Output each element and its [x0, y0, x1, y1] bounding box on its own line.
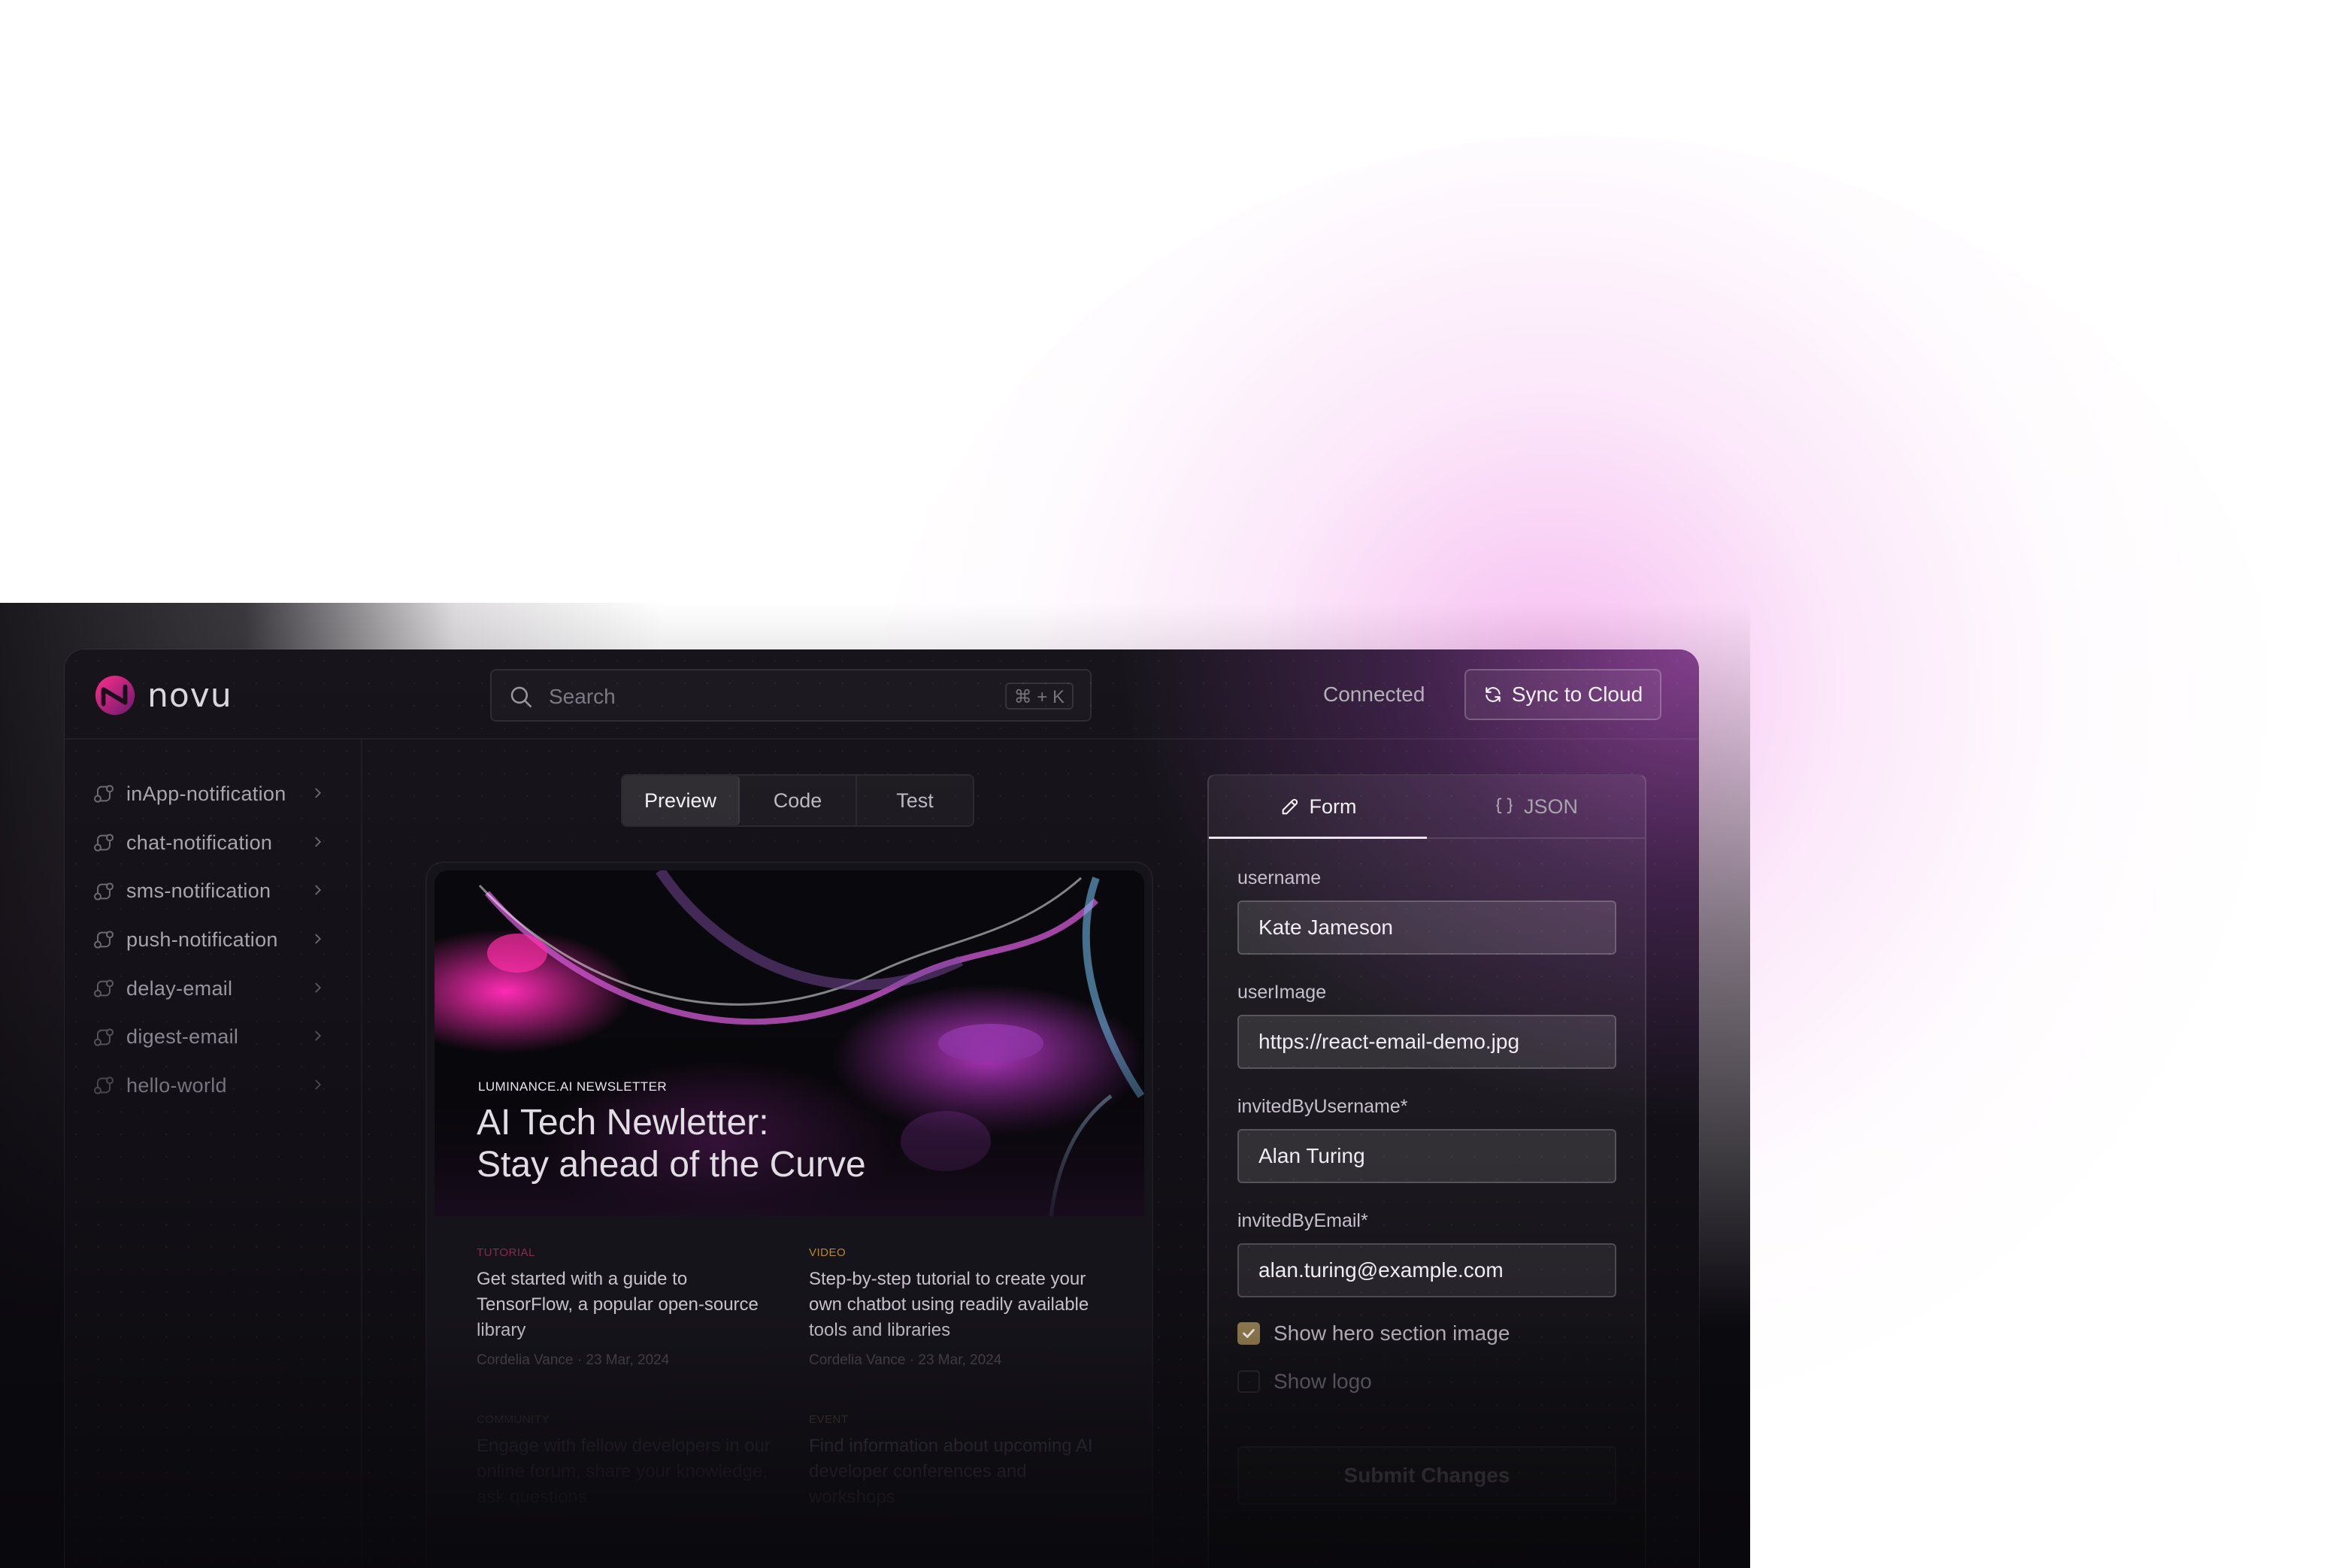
tab-test[interactable]: Test — [857, 776, 973, 825]
article-item[interactable]: COMMUNITY Engage with fellow developers … — [477, 1413, 777, 1510]
show-logo-checkbox[interactable]: Show logo — [1237, 1370, 1372, 1394]
app-name: novu — [147, 676, 232, 715]
tab-code[interactable]: Code — [740, 776, 857, 825]
preview-tab-bar: Preview Code Test — [621, 774, 974, 827]
workflow-icon — [94, 1028, 114, 1046]
chevron-right-icon — [315, 1031, 322, 1041]
invited-by-email-label: invitedByEmail* — [1237, 1210, 1368, 1231]
article-meta: Cordelia Vance · 23 Mar, 2024 — [477, 1352, 670, 1368]
username-label: username — [1237, 867, 1322, 888]
tab-json-label: JSON — [1523, 795, 1578, 818]
search-shortcut: ⌘ + K — [1004, 683, 1074, 710]
article-item[interactable]: EVENT Find information about upcoming AI… — [809, 1413, 1110, 1510]
sync-to-cloud-button[interactable]: Sync to Cloud — [1464, 669, 1661, 720]
chevron-right-icon — [315, 934, 322, 944]
show-hero-image-checkbox[interactable]: Show hero section image — [1237, 1321, 1510, 1346]
sidebar-item-label: chat-notification — [126, 831, 273, 854]
tab-json[interactable]: JSON — [1427, 776, 1645, 837]
chevron-right-icon — [315, 1079, 322, 1090]
pencil-icon — [1282, 798, 1298, 815]
sidebar-item-hello-world[interactable]: hello-world — [92, 1061, 347, 1110]
sync-button-label: Sync to Cloud — [1511, 683, 1643, 706]
checkbox-checked[interactable] — [1237, 1322, 1260, 1345]
header-divider — [65, 738, 1699, 740]
invited-by-email-field[interactable] — [1237, 1243, 1616, 1297]
sidebar-divider — [361, 740, 362, 1568]
sidebar-item-chat-notification[interactable]: chat-notification — [92, 819, 347, 867]
userimage-label: userImage — [1237, 982, 1327, 1003]
username-field[interactable] — [1237, 901, 1616, 955]
hero-image: LUMINANCE.AI NEWSLETTER AI Tech Newlette… — [435, 870, 1144, 1216]
workflow-icon — [94, 834, 114, 852]
checkbox-label: Show hero section image — [1274, 1321, 1510, 1345]
article-text: Find information about upcoming AI devel… — [809, 1436, 1093, 1507]
chevron-right-icon — [315, 837, 322, 847]
panel-tab-bar: Form JSON — [1209, 776, 1645, 839]
submit-changes-button[interactable]: Submit Changes — [1237, 1446, 1616, 1505]
novu-logo-icon — [95, 675, 135, 716]
sidebar-item-label: delay-email — [126, 976, 233, 1000]
newsletter-eyebrow: LUMINANCE.AI NEWSLETTER — [478, 1079, 668, 1094]
app-logo[interactable]: novu — [93, 674, 232, 717]
sidebar-item-label: sms-notification — [126, 879, 271, 903]
tab-form-label: Form — [1309, 795, 1357, 818]
workflow-icon — [94, 1076, 114, 1095]
sidebar-item-sms-notification[interactable]: sms-notification — [92, 867, 347, 916]
search-bar[interactable]: ⌘ + K — [490, 669, 1092, 722]
braces-icon — [1496, 798, 1513, 814]
article-tag: COMMUNITY — [477, 1413, 550, 1426]
sidebar-item-label: inApp-notification — [126, 782, 286, 805]
sidebar-item-label: push-notification — [126, 928, 278, 951]
sidebar-item-push-notification[interactable]: push-notification — [92, 916, 347, 964]
sidebar-item-inapp-notification[interactable]: inApp-notification — [92, 770, 347, 819]
invited-by-username-field[interactable] — [1237, 1129, 1616, 1183]
tab-form[interactable]: Form — [1209, 776, 1427, 839]
refresh-icon — [1486, 687, 1501, 702]
newsletter-title-line1: AI Tech Newletter: — [477, 1103, 769, 1143]
checkbox-unchecked[interactable] — [1237, 1370, 1260, 1393]
workflow-icon — [94, 882, 114, 901]
checkbox-label: Show logo — [1274, 1370, 1372, 1393]
article-item[interactable]: VIDEO Step-by-step tutorial to create yo… — [809, 1246, 1110, 1369]
form-panel: Form JSON username userImage invitedByUs… — [1207, 774, 1646, 1568]
chevron-right-icon — [315, 885, 322, 895]
article-tag: VIDEO — [809, 1246, 846, 1259]
article-item[interactable]: TUTORIAL Get started with a guide to Ten… — [477, 1246, 777, 1369]
newsletter-title-line2: Stay ahead of the Curve — [477, 1145, 866, 1185]
article-meta: Cordelia Vance · 23 Mar, 2024 — [809, 1352, 1002, 1368]
userimage-field[interactable] — [1237, 1015, 1616, 1069]
sidebar-item-delay-email[interactable]: delay-email — [92, 964, 347, 1013]
app-window: novu ⌘ + K Connected Sync to Cloud inApp… — [65, 649, 1699, 1568]
chevron-right-icon — [315, 788, 322, 798]
email-preview-card: LUMINANCE.AI NEWSLETTER AI Tech Newlette… — [427, 863, 1152, 1568]
workflow-icon — [94, 785, 114, 804]
article-tag: EVENT — [809, 1413, 849, 1426]
search-input[interactable] — [547, 681, 971, 713]
workflow-sidebar: inApp-notification chat-notification sms… — [92, 770, 347, 1110]
connection-status: Connected — [1323, 683, 1425, 706]
newsletter-title: AI Tech Newletter: Stay ahead of the Cur… — [477, 1102, 866, 1186]
sidebar-item-label: hello-world — [126, 1073, 227, 1097]
chevron-right-icon — [315, 982, 322, 993]
check-icon — [1243, 1329, 1255, 1338]
workflow-icon — [94, 931, 114, 949]
article-tag: TUTORIAL — [477, 1246, 535, 1259]
tab-preview[interactable]: Preview — [622, 776, 740, 825]
search-icon — [510, 686, 532, 708]
invited-by-username-label: invitedByUsername* — [1237, 1096, 1408, 1117]
article-text: Engage with fellow developers in our onl… — [477, 1436, 771, 1507]
article-text: Step-by-step tutorial to create your own… — [809, 1269, 1089, 1340]
workflow-icon — [94, 979, 114, 997]
sidebar-item-digest-email[interactable]: digest-email — [92, 1013, 347, 1061]
article-text: Get started with a guide to TensorFlow, … — [477, 1269, 759, 1340]
sidebar-item-label: digest-email — [126, 1025, 239, 1049]
